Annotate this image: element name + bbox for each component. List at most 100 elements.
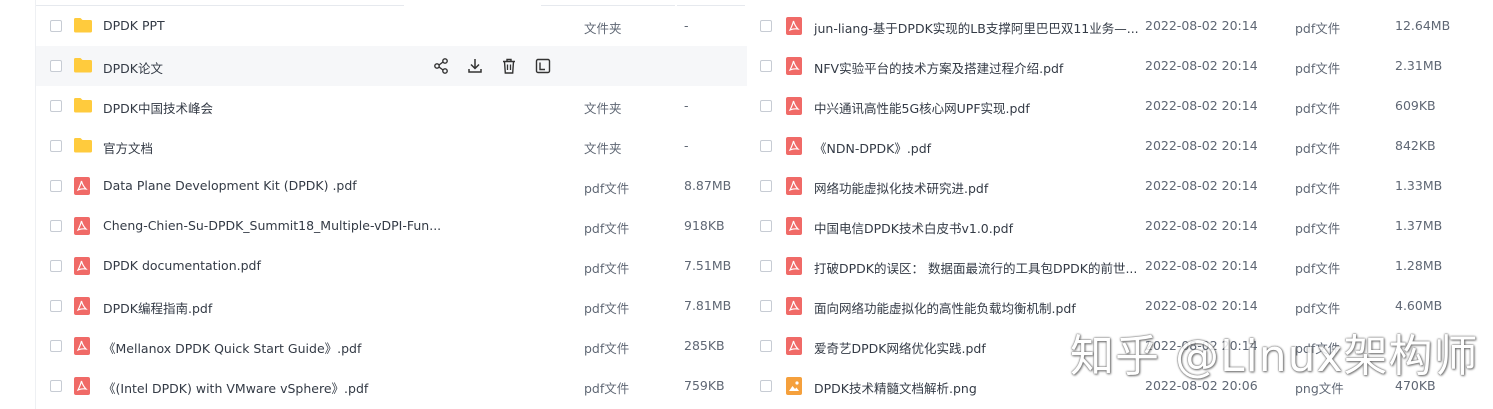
image-icon xyxy=(786,377,804,395)
download-icon[interactable] xyxy=(466,57,484,75)
row-checkbox[interactable] xyxy=(50,340,62,352)
file-type: pdf文件 xyxy=(1295,61,1341,76)
file-row[interactable]: 中兴通讯高性能5G核心网UPF实现.pdf 2022-08-02 20:14 pdf… xyxy=(747,86,1493,126)
row-checkbox[interactable] xyxy=(760,340,772,352)
file-row[interactable]: 《Mellanox DPDK Quick Start Guide》.pdf pdf… xyxy=(36,326,747,366)
file-type: pdf文件 xyxy=(1295,181,1341,196)
file-name[interactable]: 《Mellanox DPDK Quick Start Guide》.pdf xyxy=(103,338,361,357)
file-date: 2022-08-02 20:14 xyxy=(1145,138,1258,153)
rename-icon[interactable] xyxy=(534,57,552,75)
file-name[interactable]: 中兴通讯高性能5G核心网UPF实现.pdf xyxy=(814,98,1030,117)
pdf-icon xyxy=(786,297,804,315)
pdf-icon xyxy=(786,257,804,275)
row-checkbox[interactable] xyxy=(760,60,772,72)
file-name[interactable]: jun-liang-基于DPDK实现的LB支撑阿里巴巴双11业务—... xyxy=(814,18,1139,37)
pdf-icon xyxy=(74,177,92,195)
file-row[interactable]: Data Plane Development Kit (DPDK) .pdf pd… xyxy=(36,166,747,206)
file-name[interactable]: DPDK技术精髓文档解析.png xyxy=(814,378,977,397)
file-size: 7.81MB xyxy=(684,298,732,313)
file-row[interactable]: 官方文档 文件夹 - xyxy=(36,126,747,166)
file-row[interactable]: 网络功能虚拟化技术研究进.pdf 2022-08-02 20:14 pdf文件 1.3… xyxy=(747,166,1493,206)
file-row[interactable]: 《NDN-DPDK》.pdf 2022-08-02 20:14 pdf文件 842KB xyxy=(747,126,1493,166)
row-checkbox[interactable] xyxy=(760,260,772,272)
file-type: pdf文件 xyxy=(584,341,630,356)
file-name[interactable]: 网络功能虚拟化技术研究进.pdf xyxy=(814,178,988,197)
row-checkbox[interactable] xyxy=(760,100,772,112)
file-name[interactable]: 官方文档 xyxy=(103,138,153,157)
file-row[interactable]: 打破DPDK的误区： 数据面最流行的工具包DPDK的前世... 2022-08-0… xyxy=(747,246,1493,286)
pdf-icon xyxy=(74,297,92,315)
file-name[interactable]: DPDK论文 xyxy=(103,58,163,77)
file-row[interactable]: DPDK中国技术峰会 文件夹 - xyxy=(36,86,747,126)
file-name[interactable]: 中国电信DPDK技术白皮书v1.0.pdf xyxy=(814,218,1013,237)
file-row[interactable]: 《(Intel DPDK) with VMware vSphere》.pdf pd… xyxy=(36,366,747,406)
file-date: 2022-08-02 20:14 xyxy=(1145,258,1258,273)
delete-icon[interactable] xyxy=(500,57,518,75)
file-size: 759KB xyxy=(684,378,725,393)
file-name[interactable]: NFV实验平台的技术方案及搭建过程介绍.pdf xyxy=(814,58,1063,77)
file-size: 1.28MB xyxy=(1395,258,1443,273)
row-checkbox[interactable] xyxy=(760,140,772,152)
file-type: pdf文件 xyxy=(1295,141,1341,156)
row-checkbox[interactable] xyxy=(50,20,62,32)
file-name[interactable]: 面向网络功能虚拟化的高性能负载均衡机制.pdf xyxy=(814,298,1076,317)
file-type: pdf文件 xyxy=(584,381,630,396)
file-name[interactable]: 爱奇艺DPDK网络优化实践.pdf xyxy=(814,338,986,357)
file-row[interactable]: DPDK编程指南.pdf pdf文件 7.81MB xyxy=(36,286,747,326)
file-type: pdf文件 xyxy=(1295,261,1341,276)
pdf-icon xyxy=(74,217,92,235)
folder-icon xyxy=(74,57,92,75)
pdf-icon xyxy=(786,217,804,235)
file-row[interactable]: DPDK论文 xyxy=(36,46,747,86)
file-name[interactable]: 《NDN-DPDK》.pdf xyxy=(814,138,931,157)
file-name[interactable]: Cheng-Chien-Su-DPDK_Summit18_Multiple-vD… xyxy=(103,218,441,233)
row-checkbox[interactable] xyxy=(50,300,62,312)
file-row[interactable]: NFV实验平台的技术方案及搭建过程介绍.pdf 2022-08-02 20:14 p… xyxy=(747,46,1493,86)
file-name[interactable]: DPDK PPT xyxy=(103,18,165,33)
file-row[interactable]: 中国电信DPDK技术白皮书v1.0.pdf 2022-08-02 20:14 pdf… xyxy=(747,206,1493,246)
row-checkbox[interactable] xyxy=(760,220,772,232)
file-name[interactable]: 打破DPDK的误区： 数据面最流行的工具包DPDK的前世... xyxy=(814,258,1137,277)
file-name[interactable]: Data Plane Development Kit (DPDK) .pdf xyxy=(103,178,357,193)
file-type: 文件夹 xyxy=(584,141,622,156)
file-name[interactable]: DPDK documentation.pdf xyxy=(103,258,261,273)
file-name[interactable]: DPDK中国技术峰会 xyxy=(103,98,213,117)
file-size: - xyxy=(684,98,689,113)
file-type: 文件夹 xyxy=(584,101,622,116)
file-size: 7.51MB xyxy=(684,258,732,273)
file-row[interactable]: DPDK documentation.pdf pdf文件 7.51MB xyxy=(36,246,747,286)
file-list-left: DPDK PPT 文件夹 - DPDK论文 DPDK中国技术峰会 文件夹 - 官方文档 文件夹 -… xyxy=(36,6,747,406)
row-checkbox[interactable] xyxy=(50,380,62,392)
row-checkbox[interactable] xyxy=(760,380,772,392)
pdf-icon xyxy=(786,177,804,195)
file-size: 609KB xyxy=(1395,98,1436,113)
file-row[interactable]: DPDK PPT 文件夹 - xyxy=(36,6,747,46)
pdf-icon xyxy=(786,17,804,35)
row-checkbox[interactable] xyxy=(50,100,62,112)
folder-icon xyxy=(74,17,92,35)
file-size: 2.31MB xyxy=(1395,58,1443,73)
file-name[interactable]: 《(Intel DPDK) with VMware vSphere》.pdf xyxy=(103,378,368,397)
file-size: 918KB xyxy=(684,218,725,233)
file-size: 1.33MB xyxy=(1395,178,1443,193)
row-checkbox[interactable] xyxy=(760,300,772,312)
file-name[interactable]: DPDK编程指南.pdf xyxy=(103,298,212,317)
file-date: 2022-08-02 20:14 xyxy=(1145,178,1258,193)
file-row[interactable]: Cheng-Chien-Su-DPDK_Summit18_Multiple-vD… xyxy=(36,206,747,246)
file-size: 12.64MB xyxy=(1395,18,1451,33)
row-checkbox[interactable] xyxy=(50,60,62,72)
file-type: pdf文件 xyxy=(584,261,630,276)
folder-icon xyxy=(74,97,92,115)
row-checkbox[interactable] xyxy=(760,180,772,192)
share-icon[interactable] xyxy=(432,57,450,75)
row-checkbox[interactable] xyxy=(50,140,62,152)
file-row[interactable]: jun-liang-基于DPDK实现的LB支撑阿里巴巴双11业务—... 2022… xyxy=(747,6,1493,46)
file-type: pdf文件 xyxy=(584,181,630,196)
file-type: 文件夹 xyxy=(584,21,622,36)
row-checkbox[interactable] xyxy=(50,220,62,232)
row-checkbox[interactable] xyxy=(760,20,772,32)
file-size: - xyxy=(684,18,689,33)
row-checkbox[interactable] xyxy=(50,260,62,272)
row-checkbox[interactable] xyxy=(50,180,62,192)
file-type: pdf文件 xyxy=(1295,221,1341,236)
